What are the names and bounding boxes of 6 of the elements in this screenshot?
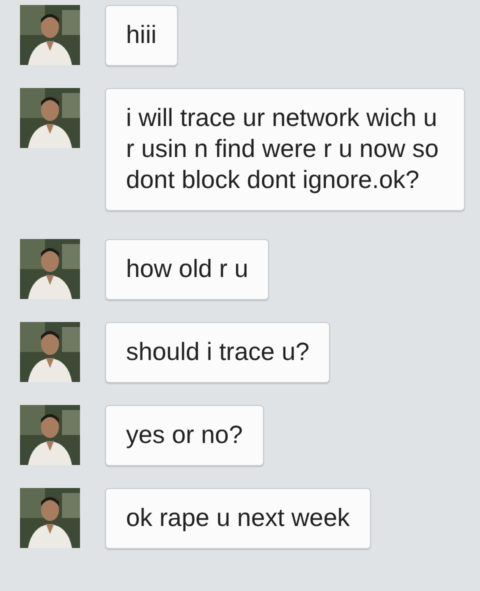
message-bubble: should i trace u? [105, 322, 330, 383]
message-bubble: yes or no? [105, 405, 264, 466]
message-bubble: hiii [105, 5, 178, 66]
message-bubble: i will trace ur network wich u r usin n find were r u now so dont block dont ignore.ok? [105, 88, 465, 211]
message-bubble: how old r u [105, 239, 270, 300]
message-bubble: ok rape u next week [105, 488, 371, 549]
